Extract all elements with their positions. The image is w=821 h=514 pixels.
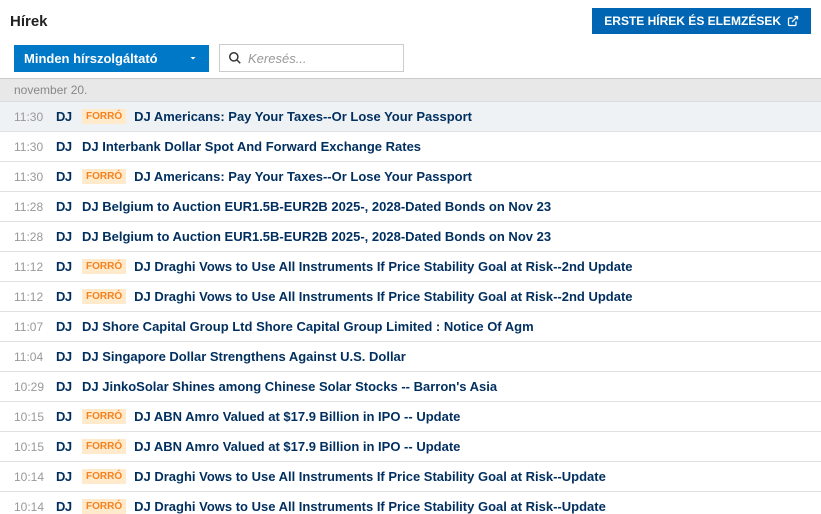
hot-badge: FORRÓ [82,409,126,424]
hot-badge: FORRÓ [82,439,126,454]
search-input[interactable] [242,47,395,70]
chevron-down-icon [187,52,199,64]
news-row[interactable]: 11:30 DJ DJ Interbank Dollar Spot And Forw… [0,132,821,162]
dj-source-icon: DJ [56,409,74,424]
news-headline: DJ Americans: Pay Your Taxes--Or Lose Yo… [134,109,472,124]
news-time: 11:30 [14,110,48,124]
news-headline: DJ Draghi Vows to Use All Instruments If… [134,289,632,304]
search-box[interactable] [219,44,404,72]
news-row[interactable]: 10:29 DJ DJ JinkoSolar Shines among Chines… [0,372,821,402]
news-time: 11:28 [14,200,48,214]
dj-source-icon: DJ [56,169,74,184]
dj-source-icon: DJ [56,379,74,394]
news-headline: DJ ABN Amro Valued at $17.9 Billion in I… [134,439,460,454]
news-headline: DJ Belgium to Auction EUR1.5B-EUR2B 2025… [82,199,551,214]
news-time: 11:04 [14,350,48,364]
dj-source-icon: DJ [56,199,74,214]
dj-source-icon: DJ [56,229,74,244]
news-time: 10:14 [14,470,48,484]
erste-news-label: ERSTE HÍREK ÉS ELEMZÉSEK [604,14,781,28]
hot-badge: FORRÓ [82,499,126,514]
dj-source-icon: DJ [56,319,74,334]
news-headline: DJ ABN Amro Valued at $17.9 Billion in I… [134,409,460,424]
news-row[interactable]: 11:30 DJ FORRÓ DJ Americans: Pay Your Taxes… [0,162,821,192]
news-time: 10:29 [14,380,48,394]
news-time: 11:12 [14,260,48,274]
hot-badge: FORRÓ [82,259,126,274]
news-headline: DJ JinkoSolar Shines among Chinese Solar… [82,379,497,394]
date-header: november 20. [0,79,821,102]
dj-source-icon: DJ [56,469,74,484]
hot-badge: FORRÓ [82,289,126,304]
dj-source-icon: DJ [56,139,74,154]
news-row[interactable]: 10:14DJFORRÓDJ Draghi Vows to Use All In… [0,492,821,514]
dj-source-icon: DJ [56,499,74,514]
news-row[interactable]: 10:15 DJ FORRÓ DJ ABN Amro Valued at $17.9 … [0,402,821,432]
news-row[interactable]: 10:14 DJ FORRÓ DJ Draghi Vows to Use All In… [0,462,821,492]
news-headline: DJ Interbank Dollar Spot And Forward Exc… [82,139,421,154]
news-row[interactable]: 10:15 DJ FORRÓ DJ ABN Amro Valued at $17.9 … [0,432,821,462]
news-headline: DJ Americans: Pay Your Taxes--Or Lose Yo… [134,169,472,184]
dj-source-icon: DJ [56,109,74,124]
news-time: 11:12 [14,290,48,304]
news-row[interactable]: 11:12 DJ FORRÓ DJ Draghi Vows to Use All In… [0,282,821,312]
news-row[interactable]: 11:04 DJ DJ Singapore Dollar Strengthens A… [0,342,821,372]
news-time: 11:28 [14,230,48,244]
news-time: 11:07 [14,320,48,334]
news-row[interactable]: 11:07 DJ DJ Shore Capital Group Ltd Shore … [0,312,821,342]
dj-source-icon: DJ [56,289,74,304]
news-time: 10:15 [14,440,48,454]
dj-source-icon: DJ [56,349,74,364]
news-row[interactable]: 11:28 DJ DJ Belgium to Auction EUR1.5B-EUR… [0,192,821,222]
hot-badge: FORRÓ [82,169,126,184]
news-row[interactable]: 11:30 DJ FORRÓ DJ Americans: Pay Your Taxes… [0,102,821,132]
dj-source-icon: DJ [56,259,74,274]
news-headline: DJ Shore Capital Group Ltd Shore Capital… [82,319,534,334]
erste-news-button[interactable]: ERSTE HÍREK ÉS ELEMZÉSEK [592,8,811,34]
dj-source-icon: DJ [56,439,74,454]
news-headline: DJ Draghi Vows to Use All Instruments If… [134,259,632,274]
news-headline: DJ Draghi Vows to Use All Instruments If… [134,469,606,484]
hot-badge: FORRÓ [82,469,126,484]
news-time: 10:15 [14,410,48,424]
news-time: 11:30 [14,170,48,184]
page-title: Hírek [10,13,48,30]
news-headline: DJ Draghi Vows to Use All Instruments If… [134,499,606,514]
dropdown-label: Minden hírszolgáltató [24,51,158,66]
news-time: 11:30 [14,140,48,154]
news-headline: DJ Singapore Dollar Strengthens Against … [82,349,406,364]
news-list-container[interactable]: november 20. 11:30 DJ FORRÓ DJ Americans: P… [0,78,821,514]
news-row[interactable]: 11:12 DJ FORRÓ DJ Draghi Vows to Use All In… [0,252,821,282]
news-row[interactable]: 11:28 DJ DJ Belgium to Auction EUR1.5B-EUR… [0,222,821,252]
news-provider-dropdown[interactable]: Minden hírszolgáltató [14,45,209,72]
news-headline: DJ Belgium to Auction EUR1.5B-EUR2B 2025… [82,229,551,244]
external-link-icon [787,15,799,27]
hot-badge: FORRÓ [82,109,126,124]
search-icon [228,51,242,65]
